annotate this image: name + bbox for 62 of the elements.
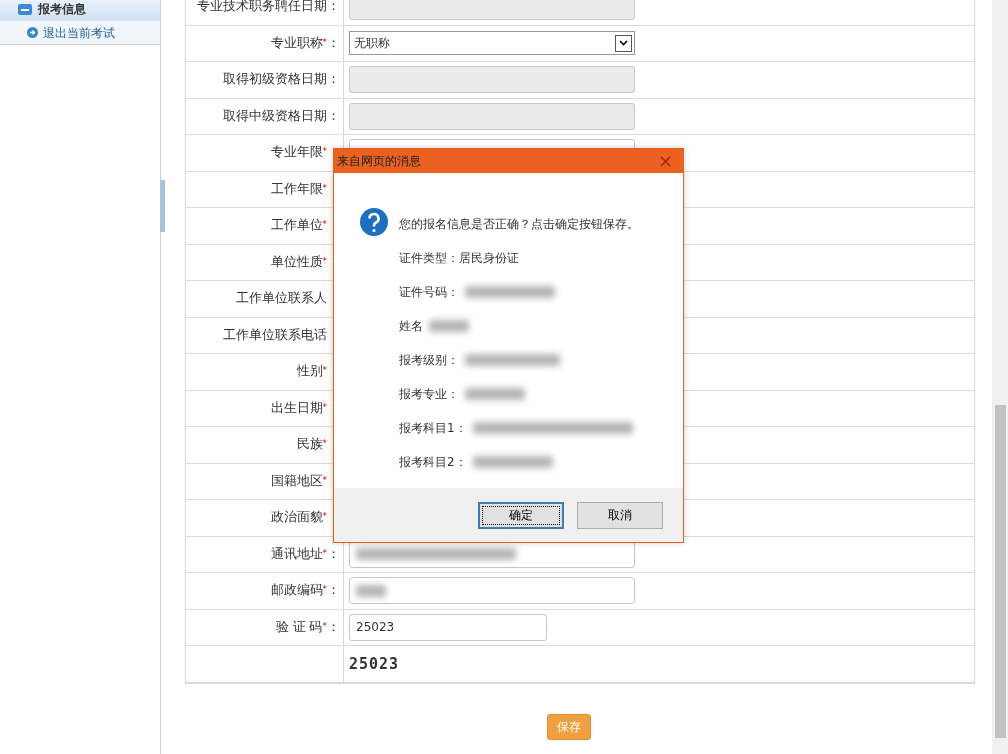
sidebar-item[interactable]: 退出当前考试 bbox=[0, 21, 160, 45]
field-label: 取得中级资格日期 bbox=[223, 106, 327, 125]
field-label: 国籍地区 bbox=[270, 471, 323, 490]
dialog-button[interactable]: 确定 bbox=[478, 501, 564, 529]
info-line: 证件类型：居民身份证 bbox=[399, 250, 519, 267]
field-label: 通讯地址 bbox=[270, 544, 323, 563]
colon: ： bbox=[327, 544, 340, 563]
required-mark: * bbox=[322, 145, 327, 156]
scrollbar[interactable] bbox=[992, 0, 1008, 754]
field-label: 专业年限 bbox=[270, 143, 323, 162]
required-mark: * bbox=[322, 400, 327, 414]
dialog-title: 来自网页的消息 bbox=[337, 153, 421, 170]
dialog-message: 您的报名信息是否正确？点击确定按钮保存。 bbox=[399, 216, 639, 233]
info-line: 姓名 bbox=[399, 318, 423, 335]
required-mark: * bbox=[322, 438, 327, 448]
input-field[interactable] bbox=[349, 577, 635, 605]
required-mark: * bbox=[322, 35, 327, 47]
dialog-button[interactable]: 取消 bbox=[577, 501, 663, 529]
colon: ： bbox=[327, 617, 340, 636]
captcha-image: 25023 bbox=[349, 653, 400, 675]
required-mark: * bbox=[322, 511, 327, 521]
required-mark: * bbox=[322, 546, 327, 558]
question-icon bbox=[359, 207, 389, 237]
info-line: 报考级别： bbox=[399, 352, 459, 369]
field-label: 单位性质 bbox=[270, 252, 323, 271]
field-label: 专业技术职务聘任日期 bbox=[197, 0, 327, 16]
field-label: 取得初级资格日期 bbox=[223, 70, 327, 89]
colon: ： bbox=[327, 581, 340, 600]
field-label: 专业职称 bbox=[270, 33, 323, 52]
info-line: 报考科目1： bbox=[399, 420, 467, 437]
field-label: 验 证 码 bbox=[275, 617, 323, 636]
colon: ： bbox=[327, 70, 340, 89]
required-mark: * bbox=[322, 583, 327, 594]
required-mark: * bbox=[322, 254, 327, 266]
colon: ： bbox=[327, 106, 340, 125]
scrollbar-thumb[interactable] bbox=[995, 405, 1006, 738]
sidebar-header: 报考信息 bbox=[38, 1, 86, 18]
info-line: 证件号码： bbox=[399, 284, 459, 301]
input-field[interactable]: 25023 bbox=[349, 613, 547, 641]
required-mark: * bbox=[322, 473, 327, 485]
field-label: 出生日期 bbox=[270, 398, 323, 417]
info-line: 报考科目2： bbox=[399, 454, 467, 471]
field-label: 工作单位 bbox=[270, 216, 323, 235]
splitter-handle[interactable] bbox=[160, 180, 165, 232]
required-mark: * bbox=[322, 219, 327, 229]
field-label: 民族 bbox=[296, 435, 323, 454]
panel-icon bbox=[18, 3, 32, 15]
info-line: 报考专业： bbox=[399, 386, 459, 403]
field-label: 邮政编码 bbox=[270, 581, 323, 600]
field-label: 工作单位联系电话 bbox=[223, 325, 327, 344]
field-label: 工作年限 bbox=[270, 179, 323, 198]
required-mark: * bbox=[322, 181, 327, 193]
required-mark: * bbox=[322, 619, 327, 633]
field-label: 政治面貌 bbox=[270, 508, 323, 527]
caret-icon bbox=[619, 40, 628, 47]
colon: ： bbox=[327, 33, 340, 52]
field-label: 性别 bbox=[296, 362, 323, 381]
arrow-circle-icon bbox=[27, 27, 38, 38]
colon: ： bbox=[327, 0, 340, 16]
required-mark: * bbox=[322, 364, 327, 377]
field-label: 工作单位联系人 bbox=[236, 289, 327, 308]
select-field[interactable]: 无职称 bbox=[349, 31, 635, 56]
